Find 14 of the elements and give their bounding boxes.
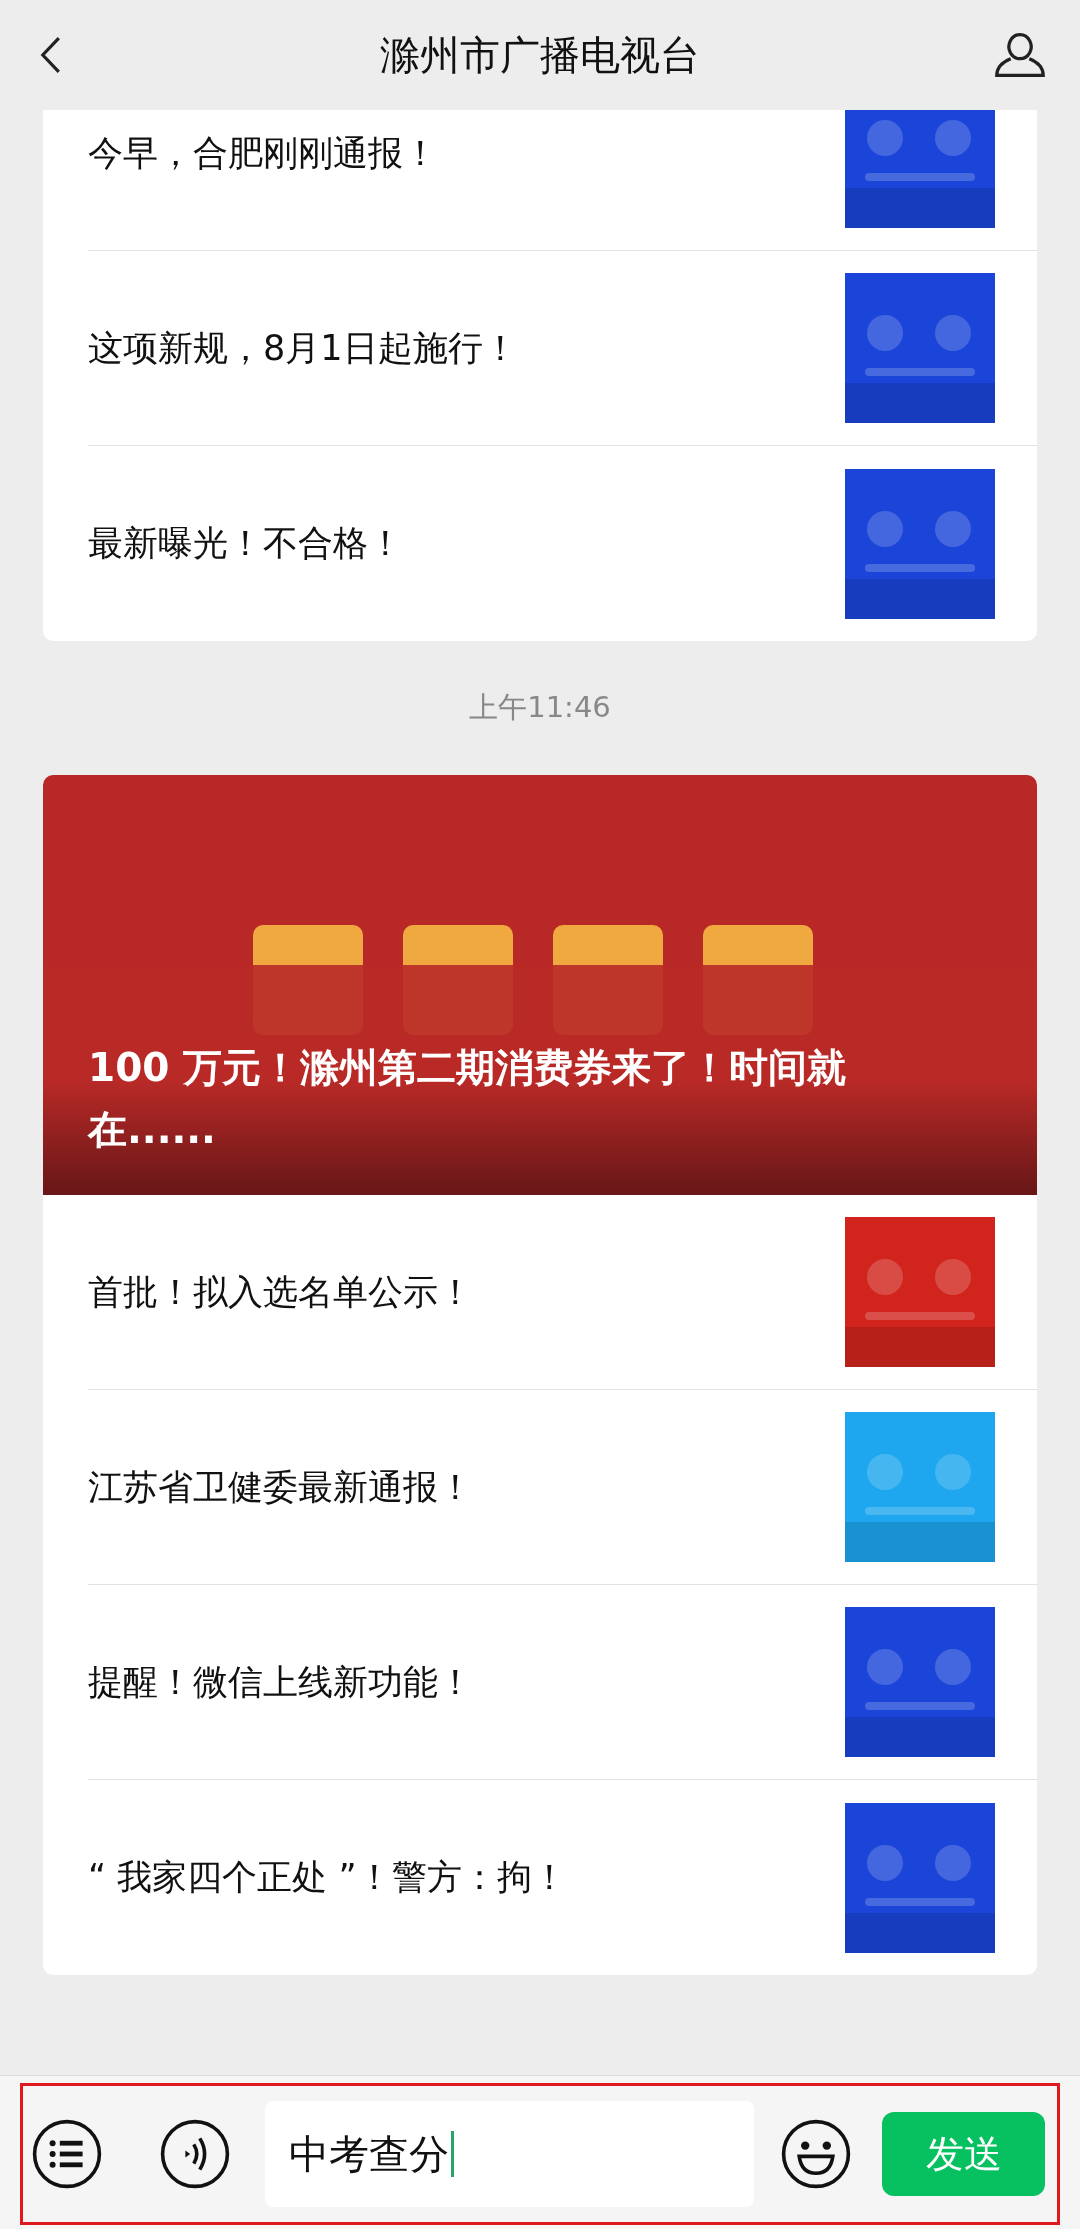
menu-icon[interactable] (31, 2118, 103, 2190)
emoji-icon[interactable] (780, 2118, 853, 2190)
voice-icon[interactable] (159, 2118, 231, 2190)
account-title: 滁州市广播电视台 (380, 30, 700, 80)
article-title[interactable]: 最新曝光！不合格！ (88, 520, 403, 567)
article-title[interactable]: 这项新规，8月1日起施行！ (88, 324, 518, 372)
timestamp: 上午11:46 (469, 689, 611, 726)
article-title[interactable]: 首批！拟入选名单公示！ (88, 1268, 473, 1316)
article-title[interactable]: “ 我家四个正处 ”！警方：拘！ (88, 1854, 567, 1901)
article-title[interactable]: 今早，合肥刚刚通报！ (88, 129, 438, 177)
message-input[interactable]: 中考查分 (265, 2101, 755, 2207)
article-title[interactable]: 江苏省卫健委最新通报！ (88, 1463, 473, 1511)
profile-icon[interactable] (994, 31, 1046, 79)
article-title[interactable]: 提醒！微信上线新功能！ (88, 1658, 473, 1706)
